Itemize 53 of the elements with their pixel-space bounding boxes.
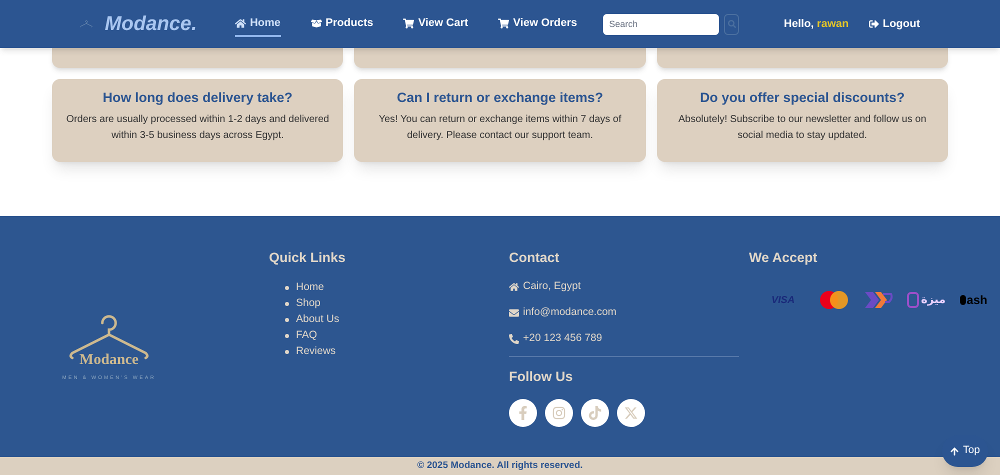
chevron-logo [863, 290, 893, 310]
nav-link[interactable]: View Orders [498, 10, 578, 38]
bullet-icon [285, 334, 289, 338]
facebook-icon[interactable] [509, 398, 537, 426]
contact-text: +20 123 456 789 [523, 331, 602, 346]
footer-heading: We Accept [749, 249, 818, 267]
footer-link[interactable]: Reviews [296, 344, 336, 360]
footer-link[interactable]: About Us [296, 312, 340, 328]
search-icon [728, 20, 736, 28]
faq-question: How long does delivery take? [102, 90, 293, 107]
copyright-text: © 2025 Modance. All rights reserved. [417, 458, 583, 473]
house-icon [509, 282, 519, 292]
envelope-icon [509, 308, 519, 318]
box-icon [310, 18, 322, 28]
faq-question: Do you offer special discounts? [700, 90, 905, 107]
nav-link[interactable]: Home [234, 10, 281, 38]
logout-icon [868, 19, 879, 29]
logout-button[interactable]: Logout [868, 16, 920, 32]
cash-logo: ash [960, 291, 988, 310]
footer-link[interactable]: Home [296, 280, 324, 296]
bullet-icon [285, 286, 289, 290]
contact-text: info@modance.com [523, 305, 617, 320]
greeting-text: Hello, rawan [784, 16, 849, 32]
cart-icon [403, 18, 414, 28]
faq-answer: Absolutely! Subscribe to our newsletter and follow us on social media to stay updated. [677, 112, 928, 143]
meeza-logo: ميزة [907, 292, 946, 308]
contact-text: Cairo, Egypt [523, 279, 581, 294]
brand-logo[interactable]: Modance. [104, 9, 197, 39]
logo-name: Modance [79, 350, 139, 370]
mastercard-logo [819, 290, 849, 310]
bullet-icon [285, 318, 289, 322]
hanger-icon [80, 18, 93, 30]
house-icon [234, 18, 246, 28]
bullet-icon [285, 350, 289, 354]
nav-link[interactable]: Products [310, 10, 374, 38]
footer-heading: Follow Us [509, 368, 574, 386]
x-icon[interactable] [617, 398, 645, 426]
nav-link[interactable]: View Cart [403, 10, 468, 38]
search-field[interactable]: Search [603, 14, 720, 34]
footer-link[interactable]: Shop [296, 296, 321, 312]
instagram-icon[interactable] [545, 398, 573, 426]
tiktok-icon[interactable] [581, 398, 609, 426]
faq-question: Can I return or exchange items? [396, 90, 604, 107]
phone-icon [509, 334, 519, 344]
hanger-icon [67, 312, 151, 362]
footer-heading: Quick Links [269, 249, 347, 267]
footer-link[interactable]: FAQ [296, 328, 318, 344]
footer-heading: Contact [509, 249, 560, 267]
faq-answer: Yes! You can return or exchange items within 7 days of delivery. Please contact our support team. [378, 112, 622, 143]
bullet-icon [285, 302, 289, 306]
faq-answer: Orders are usually processed within 1-2 days and delivered within 3-5 business days across Egypt. [65, 112, 330, 143]
arrow-up-icon [950, 446, 960, 456]
cart-icon [498, 18, 510, 28]
